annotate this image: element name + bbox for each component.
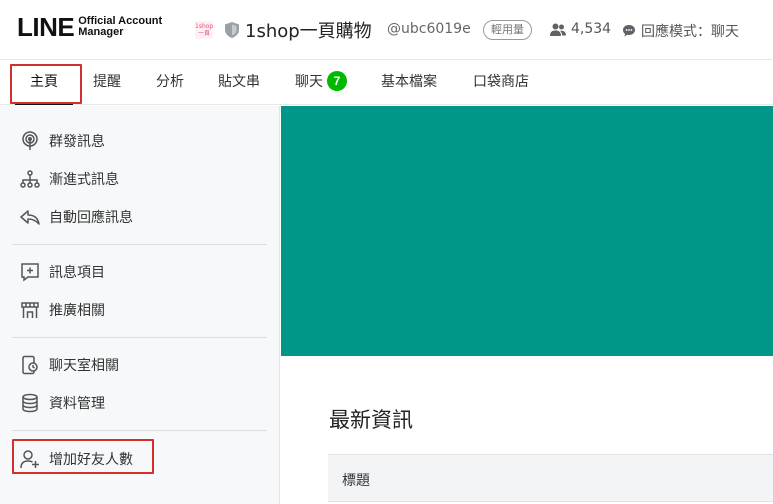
sidebar-item-promotion[interactable]: 推廣相關 xyxy=(0,291,280,327)
plan-badge[interactable]: 輕用量 xyxy=(483,20,532,40)
column-header-title[interactable]: 標題 xyxy=(342,470,370,490)
active-tab-indicator xyxy=(15,103,73,105)
reply-icon xyxy=(20,210,40,225)
sidebar-item-data-management[interactable]: 資料管理 xyxy=(0,384,280,420)
logo-subtitle: Official Account Manager xyxy=(78,15,163,38)
sidebar-item-label: 訊息項目 xyxy=(49,265,105,281)
main-content: 最新資訊 標題 xyxy=(281,106,773,504)
tab-chat[interactable]: 聊天 7 xyxy=(295,61,347,105)
broadcast-icon xyxy=(22,131,38,150)
sidebar-item-message-items[interactable]: 訊息項目 xyxy=(0,253,280,289)
sidebar-item-auto-reply[interactable]: 自動回應訊息 xyxy=(0,198,280,234)
sidebar: 群發訊息 漸進式訊息 自動回應訊息 訊息項目 推廣相關 聊天室相關 資料管理 增… xyxy=(0,106,280,504)
sidebar-item-label: 聊天室相關 xyxy=(49,358,119,374)
sidebar-divider xyxy=(12,430,267,431)
chat-unread-badge: 7 xyxy=(327,71,347,91)
news-table-header: 標題 xyxy=(328,454,773,502)
tab-insights[interactable]: 分析 xyxy=(156,61,184,105)
main-tabs: 主頁 提醒 分析 貼文串 聊天 7 基本檔案 口袋商店 xyxy=(0,61,773,105)
chat-bubble-icon xyxy=(623,25,635,37)
account-avatar[interactable]: 1shop 一頁 xyxy=(195,21,213,39)
sidebar-item-label: 自動回應訊息 xyxy=(49,210,133,226)
sidebar-divider xyxy=(12,244,267,245)
tab-notifications[interactable]: 提醒 xyxy=(93,61,121,105)
news-section-title: 最新資訊 xyxy=(329,408,413,432)
friend-count-value: 4,534 xyxy=(571,21,612,37)
logo-wordmark: LINE xyxy=(17,12,75,42)
response-mode-label: 回應模式：聊天 xyxy=(641,24,739,40)
sidebar-item-step-messages[interactable]: 漸進式訊息 xyxy=(0,160,280,196)
account-name[interactable]: 1shop一頁購物 xyxy=(245,17,372,43)
hierarchy-icon xyxy=(20,170,40,188)
sidebar-item-label: 群發訊息 xyxy=(49,134,105,150)
sidebar-item-gain-friends[interactable]: 增加好友人數 xyxy=(0,440,280,476)
sidebar-item-label: 漸進式訊息 xyxy=(49,172,119,188)
account-id: @ubc6019e xyxy=(387,21,471,37)
storefront-icon xyxy=(21,302,39,318)
chat-room-icon xyxy=(22,355,38,375)
line-oa-logo[interactable]: LINE Official Account Manager xyxy=(17,14,162,40)
sidebar-divider xyxy=(12,337,267,338)
message-add-icon xyxy=(21,263,39,282)
sidebar-item-label: 資料管理 xyxy=(49,396,105,412)
friend-count[interactable]: 4,534 xyxy=(550,21,611,37)
shield-icon xyxy=(225,22,239,38)
tab-timeline[interactable]: 貼文串 xyxy=(218,61,260,105)
users-icon xyxy=(550,23,566,36)
sidebar-item-broadcast[interactable]: 群發訊息 xyxy=(0,122,280,158)
sidebar-item-label: 增加好友人數 xyxy=(49,452,133,468)
sidebar-item-label: 推廣相關 xyxy=(49,303,105,319)
response-mode[interactable]: 回應模式：聊天 xyxy=(622,21,739,41)
tab-profile[interactable]: 基本檔案 xyxy=(381,61,437,105)
promo-banner[interactable] xyxy=(281,106,773,356)
add-friend-icon xyxy=(20,450,39,469)
sidebar-item-chat-room[interactable]: 聊天室相關 xyxy=(0,346,280,382)
tab-pocket-shop[interactable]: 口袋商店 xyxy=(473,61,529,105)
tab-home[interactable]: 主頁 xyxy=(15,61,73,105)
database-icon xyxy=(22,393,38,413)
app-header: LINE Official Account Manager 1shop 一頁 1… xyxy=(0,0,773,60)
